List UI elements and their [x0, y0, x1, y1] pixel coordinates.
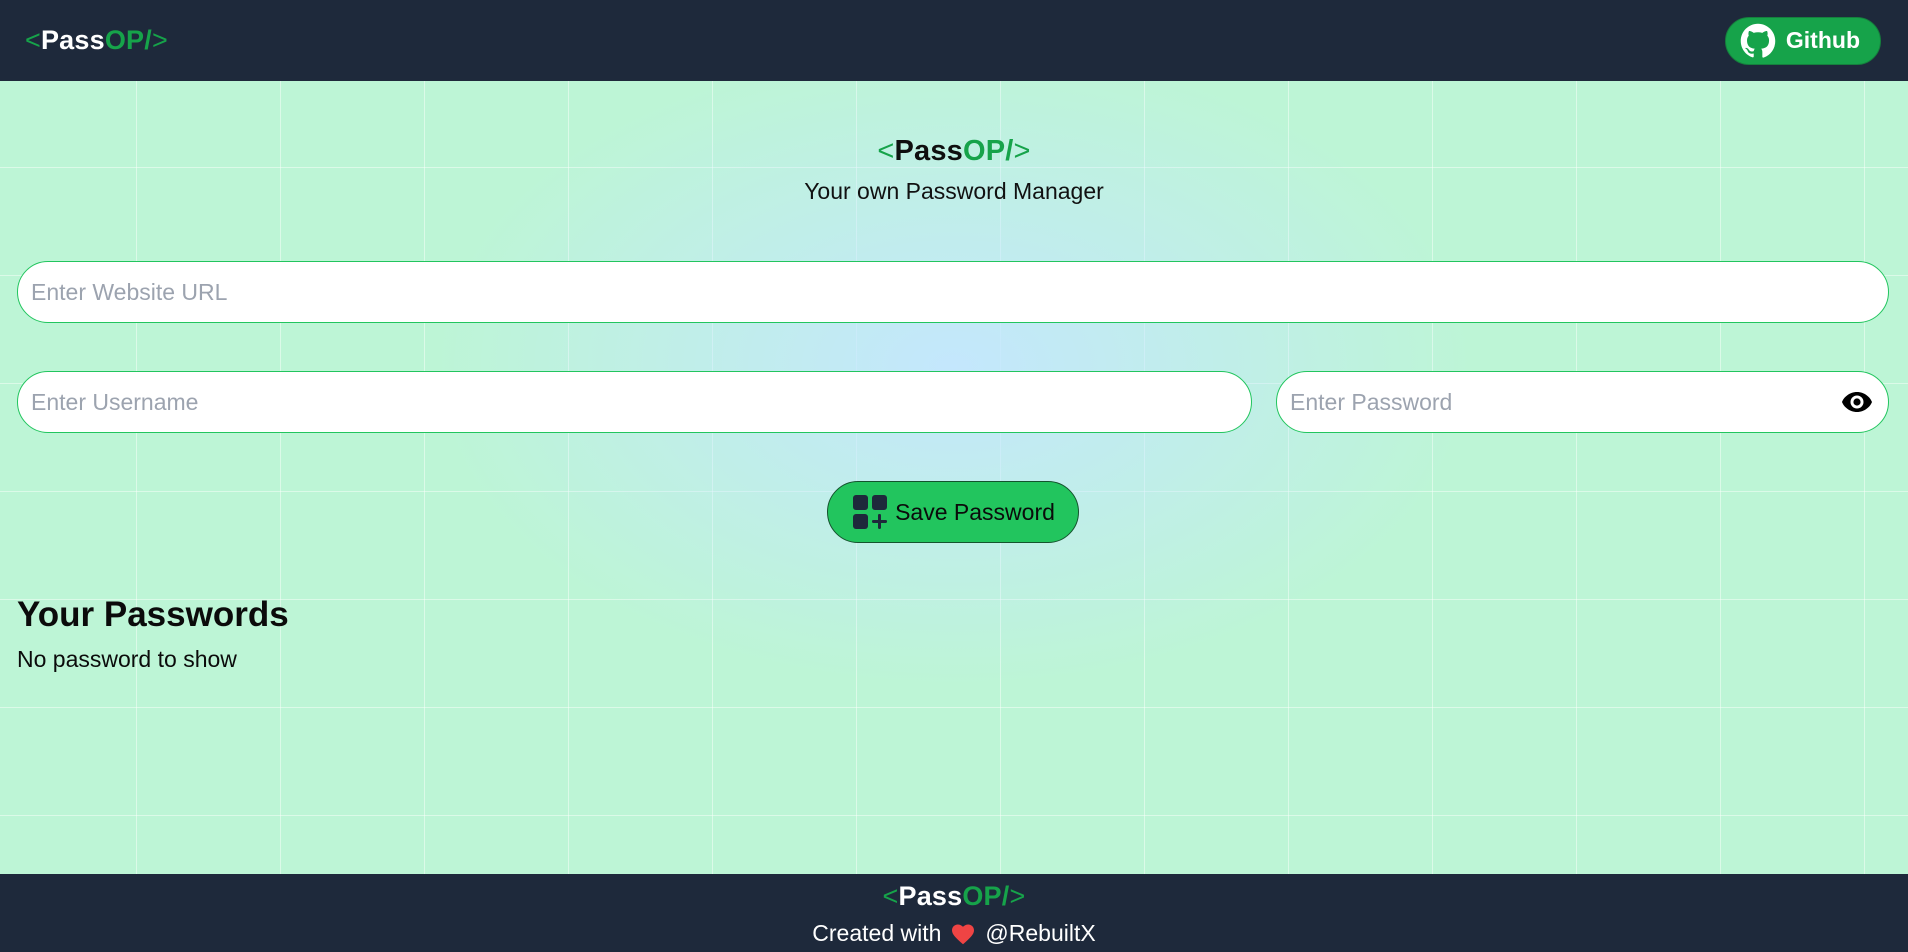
website-url-placeholder: Enter Website URL — [31, 278, 228, 305]
logo-pass: Pass — [898, 881, 963, 911]
eye-icon[interactable] — [1841, 391, 1873, 413]
password-placeholder: Enter Password — [1290, 388, 1453, 415]
navbar-logo[interactable]: <PassOP/> — [25, 25, 168, 56]
logo-open-bracket: < — [882, 881, 899, 911]
heart-icon — [951, 923, 975, 945]
add-grid-icon — [851, 493, 889, 531]
logo-pass: Pass — [894, 135, 963, 167]
github-button[interactable]: Github — [1724, 16, 1881, 65]
save-password-button[interactable]: Save Password — [827, 481, 1079, 543]
logo-op: OP/ — [962, 881, 1010, 911]
logo-close-bracket: > — [1009, 881, 1026, 911]
logo-op: OP/ — [962, 135, 1014, 167]
logo-open-bracket: < — [25, 25, 41, 55]
logo-pass: Pass — [40, 25, 105, 55]
username-placeholder: Enter Username — [31, 388, 199, 415]
logo-close-bracket: > — [1013, 135, 1031, 167]
logo-close-bracket: > — [151, 25, 168, 55]
github-label: Github — [1785, 27, 1860, 53]
tagline: Your own Password Manager — [804, 178, 1104, 204]
created-with-text: Created with — [812, 920, 942, 946]
logo-op: OP/ — [104, 25, 152, 55]
hero-logo: <PassOP/> — [0, 135, 1908, 168]
footer-credit: Created with @RebuiltX — [0, 920, 1908, 947]
save-password-label: Save Password — [895, 498, 1055, 525]
username-input[interactable]: Enter Username — [17, 371, 1252, 433]
footer-logo: <PassOP/> — [0, 881, 1908, 912]
your-passwords-heading: Your Passwords — [17, 595, 289, 634]
github-icon — [1740, 23, 1776, 59]
author-text: @RebuiltX — [985, 920, 1096, 946]
main-content: <PassOP/> Your own Password Manager Ente… — [0, 81, 1908, 874]
navbar: <PassOP/> Github — [0, 0, 1908, 81]
empty-passwords-message: No password to show — [17, 646, 237, 672]
website-url-input[interactable]: Enter Website URL — [17, 261, 1889, 323]
password-input[interactable]: Enter Password — [1276, 371, 1889, 433]
footer: <PassOP/> Created with @RebuiltX — [0, 874, 1908, 952]
logo-open-bracket: < — [877, 135, 895, 167]
